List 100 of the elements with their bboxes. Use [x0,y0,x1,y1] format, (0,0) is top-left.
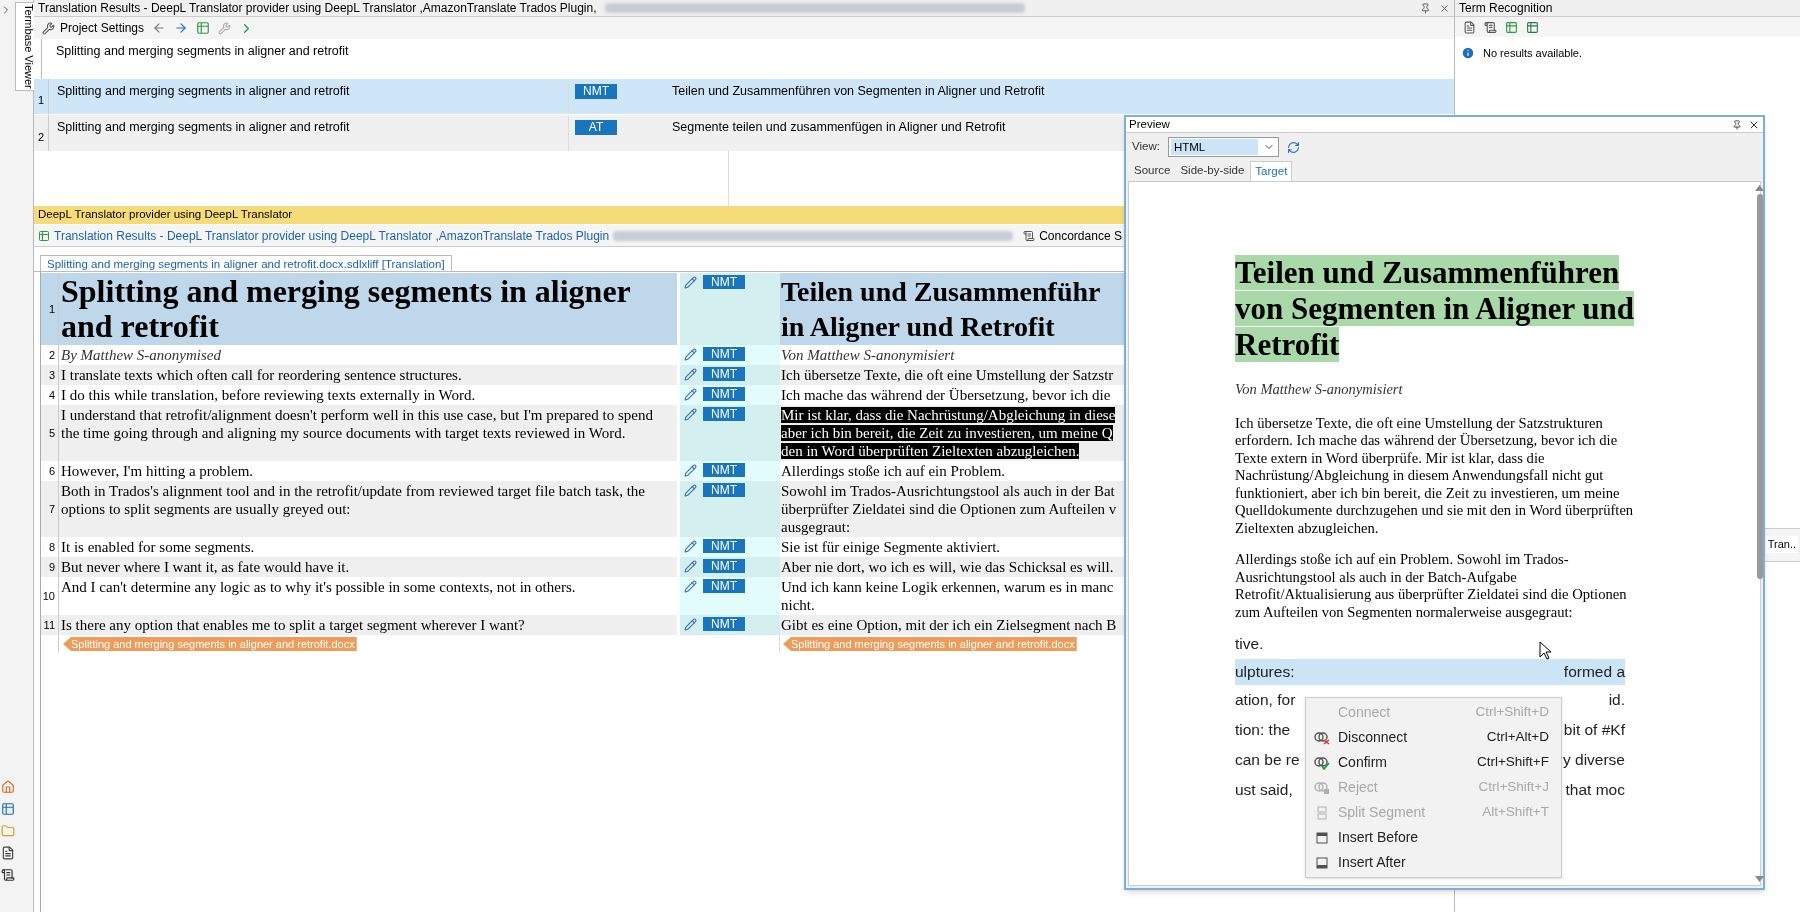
results-icon [38,229,50,242]
grid-icon[interactable] [1,802,15,816]
target-segment-line: Sowohl im Trados-Ausrichtungstool als auch in der Bat [781,483,1115,499]
status-badge: NMT [703,559,745,573]
document-heading: Teilen und Zusammenführen von Segmenten in Aligner und Retrofit [1235,255,1636,363]
panel-tab[interactable]: Tran.. [1765,536,1798,553]
pencil-icon [684,348,697,361]
folder-icon[interactable] [1,824,15,838]
home-icon[interactable] [1,780,15,794]
status-badge: NMT [703,617,745,631]
preview-tab[interactable]: Target [1250,161,1293,181]
source-text: I translate texts which often call for reordering sentence structures. [61,366,463,385]
preview-tab[interactable]: Side-by-side [1176,161,1249,181]
target-segment-line: Ich übersetze Texte, die oft eine Umstellung der Satzstr [781,367,1114,383]
document-text-fragment: that moc [1565,780,1625,801]
list-icon[interactable] [1484,20,1497,34]
source-text: I do this while translation, before reviewing texts externally in Word. [61,386,477,405]
segment-number: 7 [48,501,55,517]
status-badge: NMT [703,347,745,361]
pin-icon[interactable] [1732,119,1742,130]
target-segment-line: Und ich kann keine Logik erkennen, warum es in manc [781,579,1114,595]
table-icon[interactable] [1505,20,1518,34]
source-text: But never where I want it, as fate would have it. [61,558,351,577]
document-text-fragment: tion: the [1235,720,1291,741]
source-text: Splitting and merging segments in aligner and retrofit [56,44,349,58]
panel-title: Term Recognition [1459,0,1553,17]
document-text-fragment: ation, for [1235,690,1296,711]
project-settings-button[interactable]: Project Settings [42,19,145,37]
target-segment-line: ausgegraut: [781,519,851,535]
provider-bar-text: DeepL Translator provider using DeepL Translator [38,207,293,223]
mouse-cursor-icon [1539,641,1551,660]
source-text: Is there any option that enables me to split a target segment wherever I want? [61,616,526,635]
document-text-fragment: formed a [1563,662,1625,683]
document-tab[interactable]: Splitting and merging segments in aligner and retrofit.docx.sdlxliff [Translation] [40,255,452,271]
result-row[interactable]: 1 Splitting and merging segments in aligner and retrofit NMT Teilen und Zusammenführen von Segmenten in Aligner und Retrofit [34,79,1454,115]
document-text-fragment: ust said, [1235,780,1293,801]
result-source: Splitting and merging segments in aligner and retrofit [57,84,350,98]
result-source: Splitting and merging segments in aligner and retrofit [57,120,350,134]
document-icon[interactable] [1463,20,1476,34]
target-segment-line: Aber nie dort, wo ich es will, wie das Schicksal es will. [781,559,1114,575]
info-icon [1461,46,1475,61]
panel-tab[interactable]: Translation Results - DeepL Translator provider using DeepL Translator ,AmazonTranslate Trados Plugin [54,226,610,245]
result-target: Segmente teilen und zusammenfügen in Aligner und Retrofit [672,120,1006,134]
status-badge: NMT [703,275,745,289]
refresh-icon[interactable] [1286,140,1300,154]
source-text: Splitting and merging segments in aligner and retrofit [61,273,632,345]
segment-number: 6 [48,463,55,479]
pencil-icon [684,408,697,421]
segment-number: 10 [42,588,55,604]
document-paragraph: Allerdings stoße ich auf ein Problem. Sowohl im Trados-Ausrichtungstool als auch in der Batch-Aufgabe Retrofit/Aktualisierung aus überprüfter Zieldatei sind die Optionen zum Aufteilen von Segmenten normalerweise ausgegraut: [1235,551,1628,622]
link-reject-icon [1314,780,1330,795]
target-segment-line: Gibt es eine Option, mit der ich ein Zielsegment nach B [781,617,1117,633]
table-icon[interactable] [196,21,211,35]
target-segment-line: Von Matthew S-anonymisiert [781,347,955,363]
segment-number: 4 [48,387,55,403]
preview-tab[interactable]: Source [1130,161,1175,181]
link-check-icon [1314,755,1330,770]
document-text-fragment: tive. [1235,634,1264,655]
pencil-icon [684,540,697,553]
target-segment-line: in Aligner und Retrofit [781,311,1055,342]
table-icon[interactable] [1526,20,1539,34]
status-badge: NMT [703,407,745,421]
pin-icon[interactable] [1420,2,1431,14]
result-number: 1 [37,92,45,108]
panel-tab[interactable]: Concordance S [1039,226,1122,245]
menu-item[interactable]: Insert After [1306,850,1561,875]
origin-badge: AT [575,120,617,135]
scrollbar[interactable] [1755,182,1764,885]
menu-item[interactable]: Disconnect Ctrl+Alt+D [1306,725,1561,750]
target-segment-line: überprüfter Zieldatei sind die Optionen zum Aufteilen v [781,501,1117,517]
source-text: By Matthew S-anonymised [61,346,222,365]
result-target: Teilen und Zusammenführen von Segmenten in Aligner und Retrofit [672,84,1045,98]
scroll-down-icon[interactable] [1755,876,1764,882]
view-select[interactable]: HTML [1167,137,1279,157]
insert-above-icon [1316,830,1328,845]
list-icon[interactable] [1,868,15,882]
pencil-icon [684,484,697,497]
tools-icon[interactable] [218,21,232,35]
document-text-fragment: ulptures: [1235,662,1295,683]
back-arrow-icon[interactable] [152,21,167,35]
forward-arrow-icon[interactable] [174,21,189,35]
source-text: It is enabled for some segments. [61,538,256,557]
concordance-icon [1023,229,1036,242]
target-segment-line: Sie ist für einige Segmente aktiviert. [781,539,1001,555]
menu-item[interactable]: Confirm Ctrl+Shift+F [1306,750,1561,775]
segment-number: 11 [43,617,55,633]
target-segment-line: Ich mache das während der Übersetzung, bevor ich die [781,387,1111,403]
no-results-message: No results available. [1483,46,1583,61]
result-number: 2 [37,129,45,145]
scroll-up-icon[interactable] [1755,185,1764,191]
menu-item[interactable]: Insert Before [1306,825,1561,850]
pencil-icon [684,580,697,593]
document-icon[interactable] [1,846,15,860]
segment-number: 5 [48,425,55,441]
status-badge: NMT [703,539,745,553]
segment-number: 9 [48,559,55,575]
split-icon [1316,805,1328,820]
source-text: And I can't determine any logic as to why it's possible in some contexts, not in others. [61,578,577,597]
pencil-icon [684,464,697,477]
pencil-icon [684,618,697,631]
